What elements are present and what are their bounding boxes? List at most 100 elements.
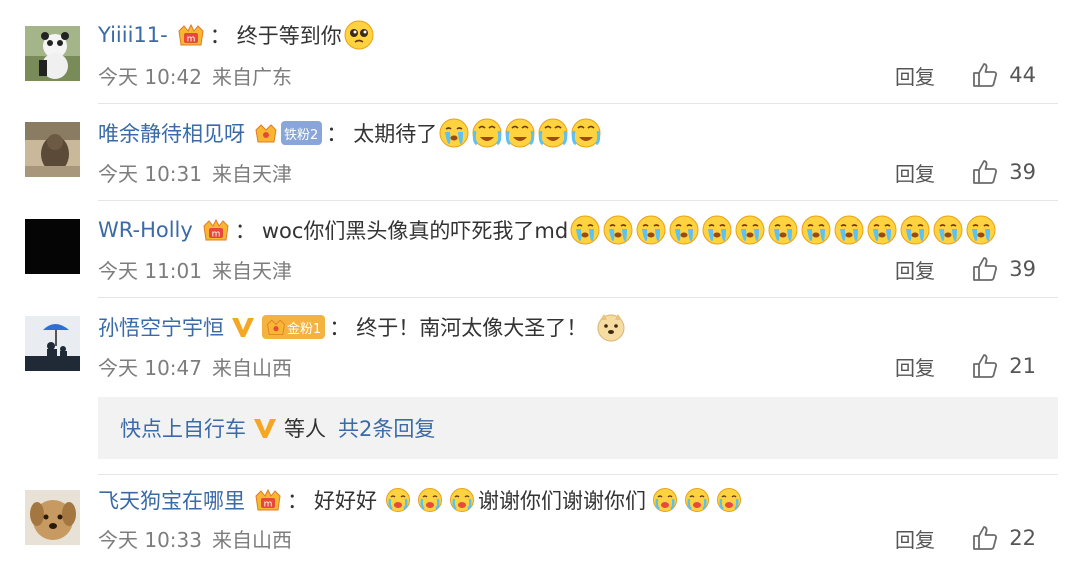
like-button[interactable]: 21 xyxy=(971,352,1036,380)
crying-face-icon xyxy=(602,214,634,246)
crying-face-icon xyxy=(965,214,997,246)
panda-avatar[interactable] xyxy=(25,26,80,81)
reply-button[interactable]: 回复 xyxy=(895,61,935,90)
crying-face-icon xyxy=(767,214,799,246)
comment-time: 今天 10:31 xyxy=(98,161,202,186)
thumbs-up-icon xyxy=(971,158,999,186)
crown-icon xyxy=(253,120,279,146)
crying-face-icon xyxy=(866,214,898,246)
comment-header: WR-Holly ： woc你们黑头像真的吓死我了md xyxy=(98,212,997,248)
comment-location: 来自山西 xyxy=(212,355,292,380)
colon-separator: ： xyxy=(287,489,308,513)
like-count: 39 xyxy=(1009,160,1036,184)
sub-reply-text: 等人 xyxy=(284,417,326,441)
reply-button[interactable]: 回复 xyxy=(895,158,935,187)
crying-face-icon xyxy=(701,214,733,246)
reply-button[interactable]: 回复 xyxy=(895,524,935,553)
username-link[interactable]: Yiiii11- xyxy=(98,23,168,47)
black-avatar[interactable] xyxy=(25,219,80,274)
comment-footer: 今天 10:42 来自广东 回复 44 xyxy=(98,59,1058,91)
like-button[interactable]: 44 xyxy=(971,61,1036,89)
thumbs-up-icon xyxy=(971,352,999,380)
comment-footer: 今天 11:01 来自天津 回复 39 xyxy=(98,253,1058,285)
comment-time: 今天 11:01 xyxy=(98,258,202,283)
weeping-face-icon xyxy=(684,487,710,513)
username-link[interactable]: 孙悟空宁宇恒 xyxy=(98,312,224,342)
comment-footer: 今天 10:33 来自山西 回复 22 xyxy=(98,522,1058,554)
comment-item: WR-Holly ： woc你们黑头像真的吓死我了md 今天 11:01 来自天津… xyxy=(0,201,1080,298)
username-link[interactable]: 唯余静待相见呀 xyxy=(98,118,245,148)
comment-item: 唯余静待相见呀 铁粉2 ： 太期待了 今天 10:31 来自天津 回复 39 xyxy=(0,104,1080,201)
reply-button[interactable]: 回复 xyxy=(895,255,935,284)
sobbing-face-icon xyxy=(537,117,569,149)
dog-photo-avatar[interactable] xyxy=(25,122,80,177)
comment-time: 今天 10:47 xyxy=(98,355,202,380)
fan-level-badge[interactable]: 铁粉2 xyxy=(281,121,323,145)
thumbs-up-icon xyxy=(971,255,999,283)
crying-face-icon xyxy=(438,117,470,149)
comment-footer: 今天 10:31 来自天津 回复 39 xyxy=(98,156,1058,188)
comment-header: Yiiii11- ： 终于等到你 xyxy=(98,17,375,53)
comment-item: Yiiii11- ： 终于等到你 今天 10:42 来自广东 回复 44 xyxy=(0,0,1080,104)
comment-meta: 今天 10:33 来自山西 xyxy=(98,524,292,553)
crying-face-icon xyxy=(734,214,766,246)
crying-face-icon xyxy=(932,214,964,246)
username-link[interactable]: WR-Holly xyxy=(98,218,193,242)
verified-v-icon[interactable] xyxy=(230,315,256,339)
crown-icon xyxy=(265,316,287,338)
like-button[interactable]: 39 xyxy=(971,255,1036,283)
comment-text: 终于！南河太像大圣了！ xyxy=(356,316,588,340)
comment-text: 太期待了 xyxy=(353,122,438,146)
view-replies-link[interactable]: 共2条回复 xyxy=(338,413,435,443)
umbrella-avatar[interactable] xyxy=(25,316,80,371)
comment-item: 飞天狗宝在哪里 ： 好好好 谢谢你们谢谢你们 今天 10:33 来自山西 回复 2… xyxy=(0,475,1080,575)
crying-face-icon xyxy=(833,214,865,246)
crying-face-icon xyxy=(569,214,601,246)
comment-meta: 今天 10:31 来自天津 xyxy=(98,158,292,187)
comment-location: 来自山西 xyxy=(212,527,292,552)
puppy-avatar[interactable] xyxy=(25,490,80,545)
weeping-face-icon xyxy=(385,487,411,513)
vip-member-icon[interactable] xyxy=(176,22,206,48)
sobbing-face-icon xyxy=(504,117,536,149)
comment-location: 来自天津 xyxy=(212,161,292,186)
comment-header: 唯余静待相见呀 铁粉2 ： 太期待了 xyxy=(98,115,602,151)
comment-text: 谢谢你们谢谢你们 xyxy=(478,489,646,513)
sub-reply-username[interactable]: 快点上自行车 xyxy=(120,413,246,443)
crying-face-icon xyxy=(800,214,832,246)
colon-separator: ： xyxy=(209,24,231,48)
weeping-face-icon xyxy=(652,487,678,513)
comment-location: 来自广东 xyxy=(212,64,292,89)
comment-text: 终于等到你 xyxy=(236,24,342,48)
like-button[interactable]: 39 xyxy=(971,158,1036,186)
username-link[interactable]: 飞天狗宝在哪里 xyxy=(98,485,245,515)
reply-button[interactable]: 回复 xyxy=(895,352,935,381)
pleading-face-icon xyxy=(343,19,375,51)
comment-meta: 今天 10:47 来自山西 xyxy=(98,352,292,381)
sub-reply-preview[interactable]: 快点上自行车 等人 共2条回复 xyxy=(98,397,1058,459)
thumbs-up-icon xyxy=(971,61,999,89)
vip-member-icon[interactable] xyxy=(201,217,231,243)
colon-separator: ： xyxy=(326,122,348,146)
comment-text: 好好好 xyxy=(314,489,377,513)
fan-level-badge[interactable]: 金粉1 xyxy=(262,315,326,339)
crying-face-icon xyxy=(668,214,700,246)
verified-v-icon xyxy=(252,416,278,440)
like-count: 21 xyxy=(1009,354,1036,378)
comment-meta: 今天 10:42 来自广东 xyxy=(98,61,292,90)
comment-meta: 今天 11:01 来自天津 xyxy=(98,255,292,284)
like-count: 39 xyxy=(1009,257,1036,281)
like-count: 44 xyxy=(1009,63,1036,87)
weeping-face-icon xyxy=(417,487,443,513)
fan-badge-label: 铁粉2 xyxy=(284,127,319,143)
comment-footer: 今天 10:47 来自山西 回复 21 xyxy=(98,350,1058,382)
colon-separator: ： xyxy=(234,219,256,243)
like-button[interactable]: 22 xyxy=(971,524,1036,552)
weeping-face-icon xyxy=(716,487,742,513)
comment-text: woc你们黑头像真的吓死我了md xyxy=(261,219,569,243)
comment-time: 今天 10:42 xyxy=(98,64,202,89)
weeping-face-icon xyxy=(449,487,475,513)
vip-member-icon[interactable] xyxy=(253,487,283,513)
comment-header: 飞天狗宝在哪里 ： 好好好 谢谢你们谢谢你们 xyxy=(98,482,745,518)
comment-location: 来自天津 xyxy=(212,258,292,283)
